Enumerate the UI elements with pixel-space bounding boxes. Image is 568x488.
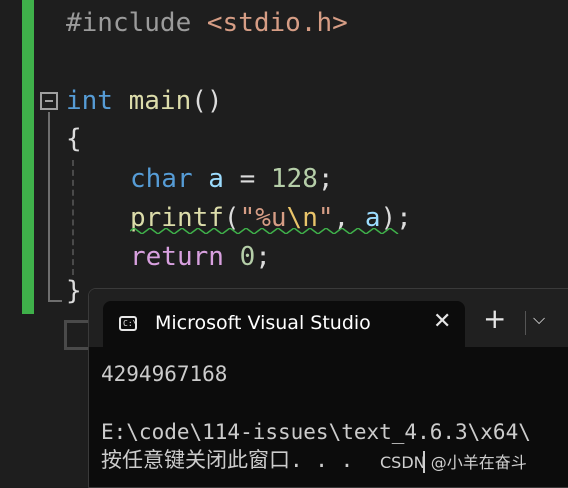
close-brace: } bbox=[66, 276, 82, 306]
punctuation: () bbox=[191, 86, 223, 116]
chevron-down-icon[interactable]: ⌵ bbox=[533, 309, 545, 329]
tab-separator bbox=[525, 311, 526, 335]
indent-guide bbox=[72, 160, 74, 275]
collapse-toggle-icon[interactable] bbox=[40, 92, 58, 110]
function-name: main bbox=[112, 86, 192, 116]
watermark-text: CSDN @小羊在奋斗 bbox=[380, 453, 527, 472]
terminal-output-line: E:\code\114-issues\text_4.6.3\x64\ bbox=[101, 420, 531, 444]
console-icon-glyph: C:\ bbox=[123, 319, 138, 328]
terminal-tab-bar: C:\ Microsoft Visual Studio ✕ + ⌵ bbox=[89, 289, 568, 347]
code-line-open-brace[interactable]: { bbox=[66, 124, 82, 154]
code-line-declaration[interactable]: char a = 128; bbox=[130, 164, 334, 194]
variable: a bbox=[192, 164, 224, 194]
tab-title: Microsoft Visual Studio bbox=[155, 312, 371, 334]
close-tab-button[interactable]: ✕ bbox=[433, 309, 451, 334]
number-literal: 0 bbox=[223, 242, 256, 272]
punctuation: ; bbox=[317, 164, 334, 194]
include-header: <stdio.h> bbox=[191, 8, 348, 38]
fold-guide-end bbox=[48, 300, 62, 302]
keyword: int bbox=[66, 86, 113, 116]
terminal-tab[interactable]: C:\ Microsoft Visual Studio ✕ bbox=[103, 301, 465, 347]
terminal-output-line: 按任意键关闭此窗口. . . bbox=[101, 448, 354, 472]
terminal-output-line: 4294967168 bbox=[101, 362, 228, 386]
change-indicator-bar bbox=[22, 0, 34, 314]
code-line-main[interactable]: int main() bbox=[66, 86, 223, 116]
keyword: return bbox=[130, 242, 224, 272]
preprocessor-directive: #include bbox=[66, 8, 192, 38]
number-literal: 128 bbox=[270, 164, 318, 194]
console-icon: C:\ bbox=[119, 316, 137, 331]
punctuation: ; bbox=[255, 242, 271, 272]
code-line-include[interactable]: #include <stdio.h> bbox=[66, 8, 348, 38]
fold-guide-line bbox=[48, 112, 50, 302]
keyword: char bbox=[130, 164, 193, 194]
operator: = bbox=[223, 164, 271, 194]
code-line-close-brace[interactable]: } bbox=[66, 276, 82, 306]
open-brace: { bbox=[66, 124, 82, 154]
code-line-return[interactable]: return 0; bbox=[130, 242, 271, 272]
warning-squiggle[interactable] bbox=[130, 228, 400, 234]
new-tab-button[interactable]: + bbox=[483, 305, 506, 333]
